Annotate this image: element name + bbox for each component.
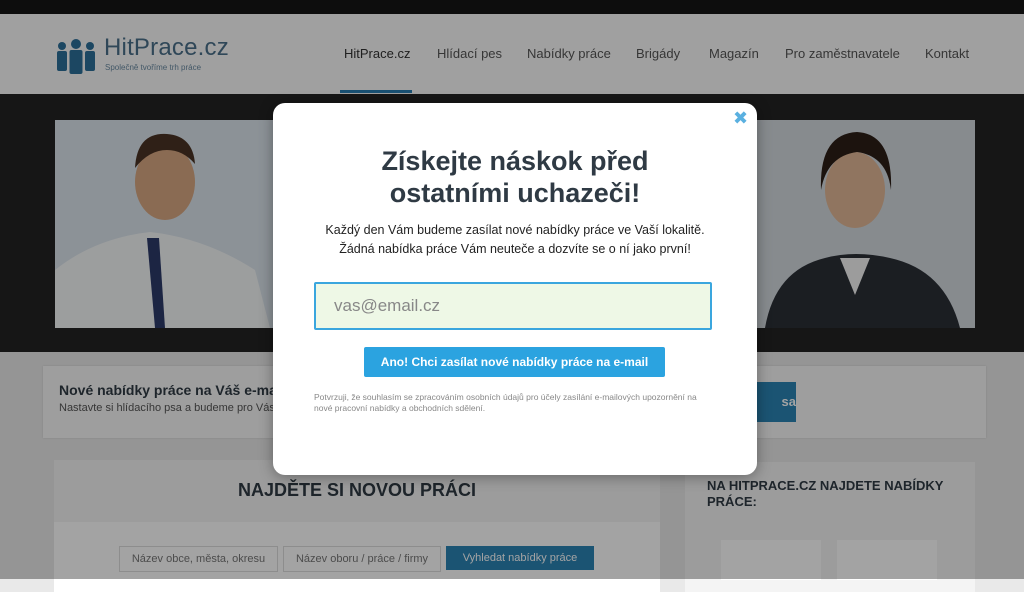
subscribe-modal: ✖ Získejte náskok před ostatními uchazeč… — [273, 103, 757, 475]
close-icon[interactable]: ✖ — [733, 109, 748, 127]
modal-title: Získejte náskok před ostatními uchazeči! — [273, 145, 757, 209]
modal-title-line2: ostatními uchazeči! — [389, 178, 641, 208]
consent-text: Potvrzuji, že souhlasím se zpracováním o… — [314, 392, 697, 413]
modal-text-line1: Každý den Vám budeme zasílat nové nabídk… — [325, 223, 705, 237]
subscribe-submit-button[interactable]: Ano! Chci zasílat nové nabídky práce na … — [364, 347, 665, 377]
modal-description: Každý den Vám budeme zasílat nové nabídk… — [273, 221, 757, 259]
modal-text-line2: Žádná nabídka práce Vám neuteče a dozvít… — [339, 242, 691, 256]
email-field[interactable] — [314, 282, 712, 330]
modal-title-line1: Získejte náskok před — [381, 146, 649, 176]
